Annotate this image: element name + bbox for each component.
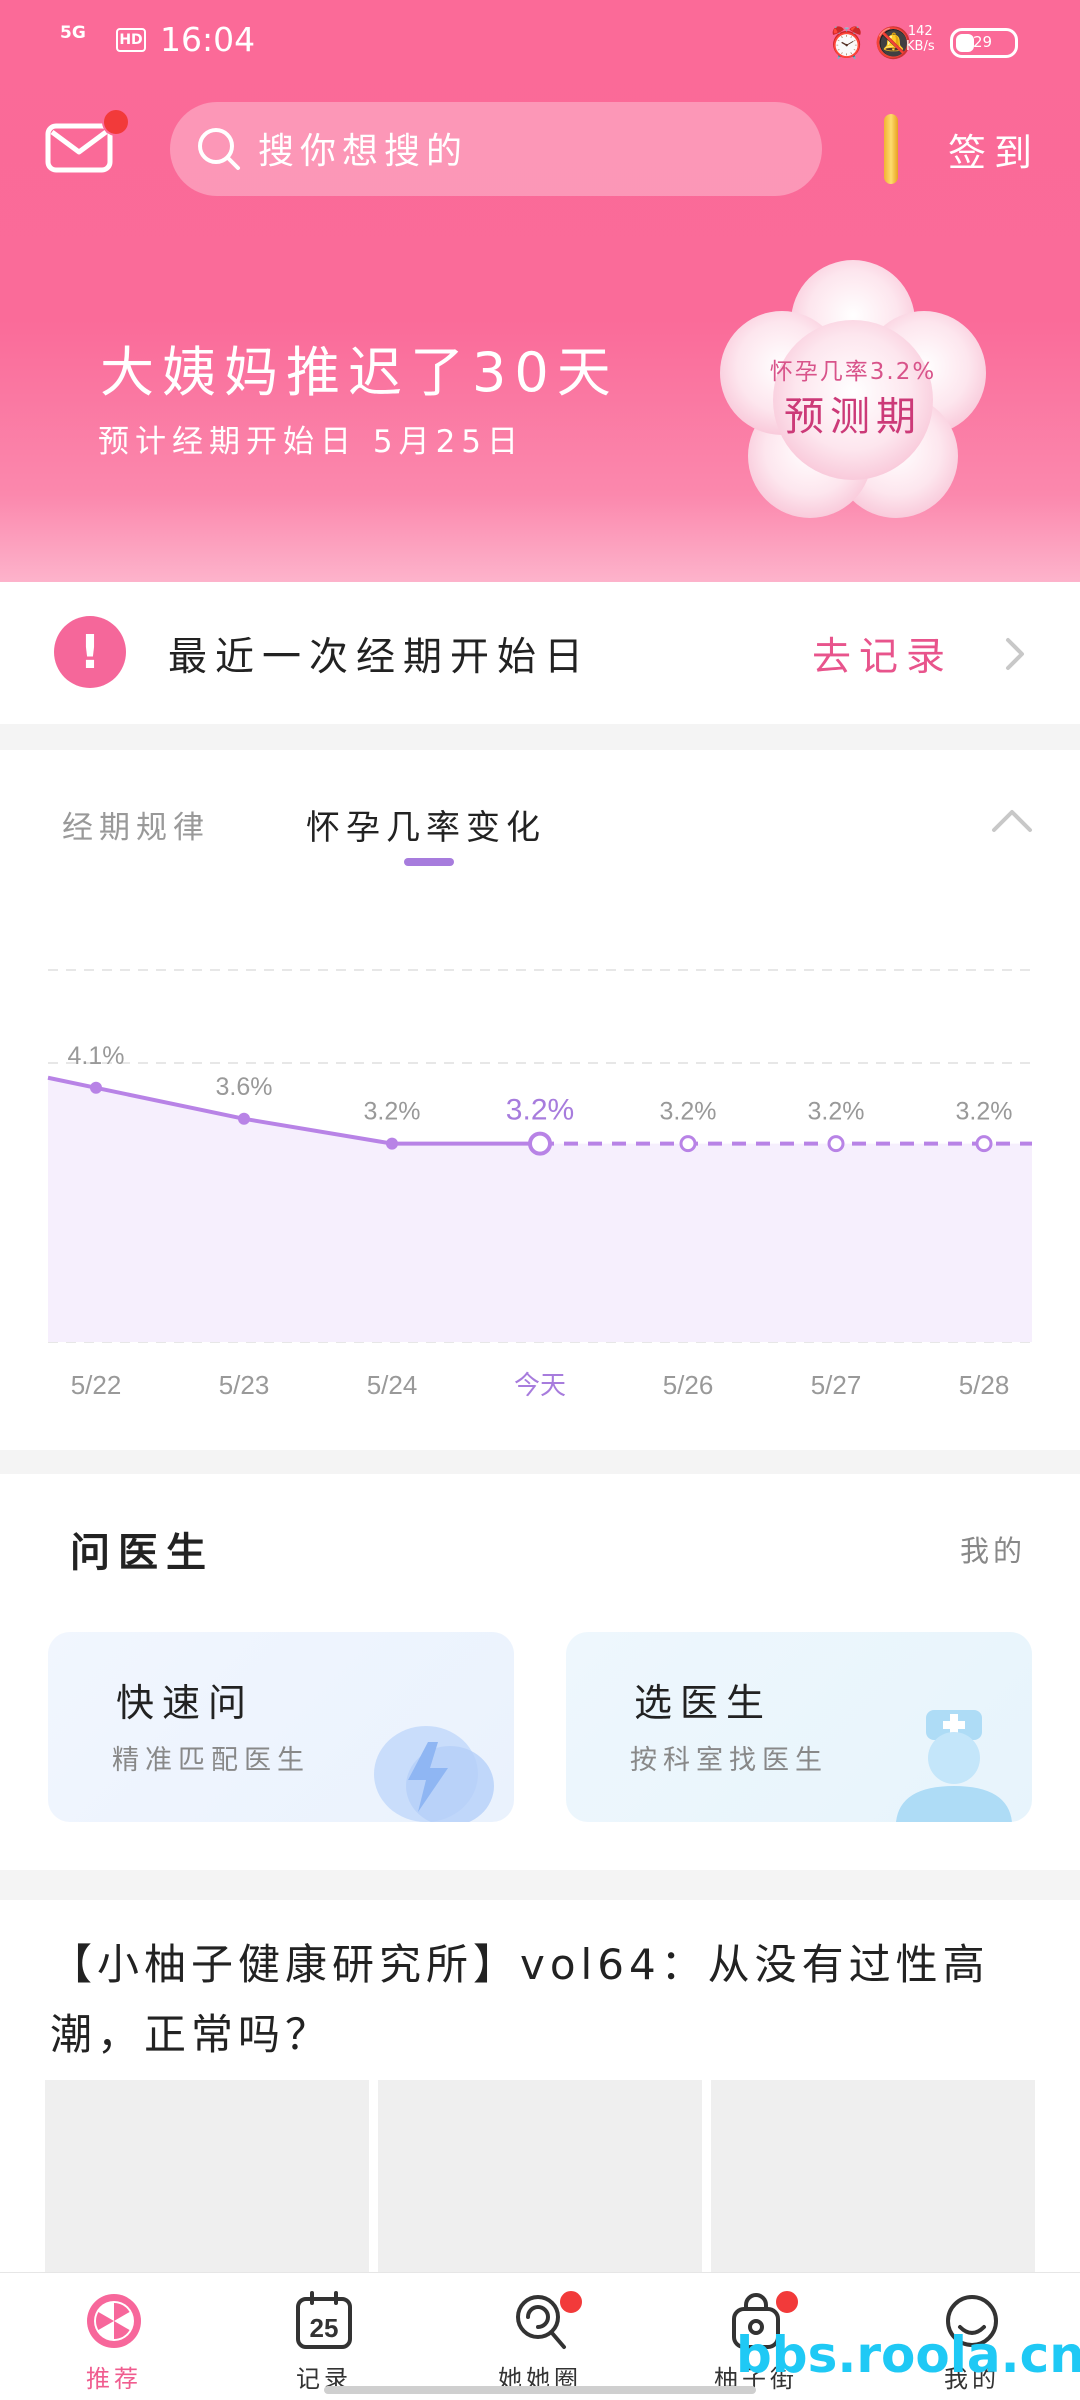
data-point [386, 1137, 398, 1150]
search-bar[interactable]: 搜你想搜的 [170, 102, 822, 196]
chat-bubble-icon [374, 1726, 494, 1822]
chevron-right-icon [1006, 638, 1024, 670]
data-label: 4.1% [68, 1042, 125, 1070]
choose-doctor-subtitle: 按科室找医生 [630, 1745, 828, 1776]
data-label: 3.2% [364, 1098, 421, 1126]
nav-item-recommend[interactable]: 推荐 [24, 2273, 204, 2400]
home-indicator [324, 2386, 756, 2394]
x-tick-label: 5/27 [811, 1370, 862, 1400]
grapefruit-icon [87, 2294, 141, 2348]
notification-badge [558, 2289, 584, 2315]
data-label: 3.2% [956, 1098, 1013, 1126]
last-period-row[interactable]: ! 最近一次经期开始日 去记录 [0, 582, 1080, 724]
section-title: 问医生 [70, 1530, 214, 1576]
status-time: 16:04 [160, 20, 256, 59]
expected-start-date: 预计经期开始日 5月25日 [98, 424, 525, 460]
nav-label: 推荐 [86, 2365, 142, 2393]
signin-button[interactable]: 签到 [948, 122, 1040, 177]
doctor-icon [896, 1710, 1012, 1822]
search-icon [198, 128, 240, 170]
x-tick-label: 5/22 [71, 1370, 122, 1400]
article-card[interactable]: 【小柚子健康研究所】vol64：从没有过性高潮，正常吗？ [0, 1900, 1080, 2272]
quick-ask-card[interactable]: 快速问 精准匹配医生 [48, 1632, 514, 1822]
network-indicator: 5G [60, 23, 86, 43]
data-label: 3.2% [808, 1098, 865, 1126]
header: 5G HD 16:04 ⏰ 🔕 142 KB/s 29 搜你想搜的 签到 大姨妈… [0, 0, 1080, 582]
go-record-link[interactable]: 去记录 [812, 626, 953, 682]
data-point-predicted [679, 1135, 697, 1153]
period-delay-title: 大姨妈推迟了30天 [100, 341, 619, 404]
choose-doctor-card[interactable]: 选医生 按科室找医生 [566, 1632, 1032, 1822]
data-point-predicted [827, 1135, 845, 1153]
calendar-icon: 25 [296, 2291, 352, 2349]
x-tick-label: 5/24 [367, 1370, 418, 1400]
exclamation-icon: ! [54, 616, 126, 688]
article-title[interactable]: 【小柚子健康研究所】vol64：从没有过性高潮，正常吗？ [50, 1930, 1040, 2070]
data-label: 3.2% [660, 1098, 717, 1126]
last-period-label: 最近一次经期开始日 [168, 635, 592, 680]
article-thumbnail[interactable] [45, 2080, 369, 2272]
nav-item-record[interactable]: 25 记录 [234, 2273, 414, 2400]
data-point-today [528, 1131, 552, 1156]
data-point [238, 1112, 250, 1125]
coin-icon[interactable] [884, 114, 898, 184]
prediction-period-label: 预测期 [784, 394, 922, 440]
pregnancy-rate-chart: 4.1% 5/22 3.6% 5/23 3.2% 5/24 3.2% 今天 3.2% 5/26 3.… [47, 969, 1032, 1400]
notification-badge [774, 2289, 800, 2315]
quick-ask-title: 快速问 [116, 1681, 255, 1725]
alarm-icon: ⏰ 🔕 [828, 26, 913, 61]
chart-card: 经期规律 怀孕几率变化 4.1% 5/22 3.6% 5/23 3.2% 5/24 3.2%… [0, 750, 1080, 1450]
data-point-predicted [975, 1135, 993, 1153]
pregnancy-rate: 怀孕几率3.2% [769, 359, 937, 385]
article-thumbnail[interactable] [378, 2080, 702, 2272]
quick-ask-subtitle: 精准匹配医生 [112, 1745, 310, 1776]
x-tick-label: 5/28 [959, 1370, 1010, 1400]
mail-badge [102, 108, 130, 136]
data-point [90, 1081, 102, 1094]
data-label: 3.6% [216, 1073, 273, 1101]
my-consultations-link[interactable]: 我的 [960, 1528, 1026, 1570]
search-placeholder: 搜你想搜的 [258, 131, 469, 172]
x-tick-label: 今天 [514, 1370, 566, 1400]
watermark: bbs.roola.cn [736, 2326, 1080, 2384]
nav-item-circle[interactable]: 她她圈 [450, 2273, 630, 2400]
battery-icon: 29 [950, 28, 1018, 58]
hd-badge: HD [116, 28, 146, 52]
x-tick-label: 5/26 [663, 1370, 714, 1400]
data-label: 3.2% [506, 1094, 574, 1127]
choose-doctor-title: 选医生 [634, 1681, 773, 1725]
x-tick-label: 5/23 [219, 1370, 270, 1400]
calendar-date: 25 [310, 2313, 339, 2343]
ask-doctor-section: 问医生 我的 快速问 精准匹配医生 选医生 按科室找医生 [0, 1474, 1080, 1870]
network-speed: 142 KB/s [906, 24, 935, 54]
article-thumbnail[interactable] [711, 2080, 1035, 2272]
status-bar: 5G HD 16:04 ⏰ 🔕 142 KB/s 29 [0, 0, 1080, 80]
